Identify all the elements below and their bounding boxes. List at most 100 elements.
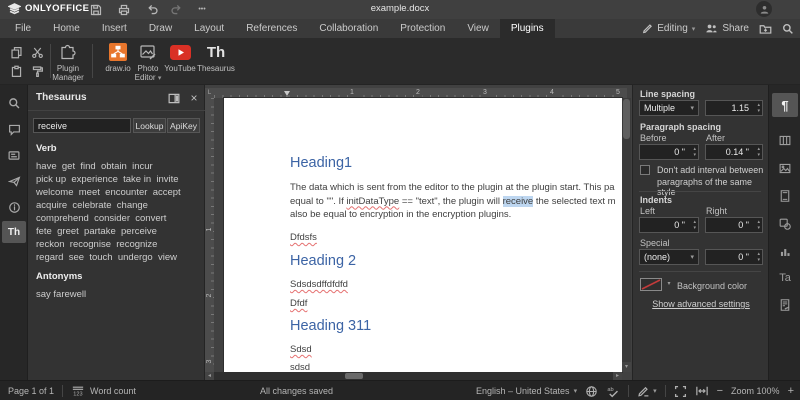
misspelled-word[interactable]: Dfdsfs — [290, 232, 317, 243]
copy-button[interactable] — [6, 43, 26, 61]
misspelled-word[interactable]: initDataType — [346, 196, 399, 207]
editing-mode-button[interactable]: Editing ▾ — [642, 23, 695, 34]
synonym-line[interactable]: comprehend consider convert — [36, 213, 166, 224]
scroll-left-arrow[interactable]: ◂ — [205, 372, 214, 380]
line-spacing-amount-spinner[interactable]: 1.15 ▴ ▾ — [705, 100, 763, 116]
word-count-button[interactable]: 123 Word count — [71, 385, 136, 397]
indent-left-spinner[interactable]: 0 " ▴ ▾ — [639, 217, 699, 233]
doc-paragraph-line[interactable]: also be equal to encryption in the encry… — [290, 209, 511, 220]
fit-width-button[interactable] — [695, 385, 709, 397]
synonym-line[interactable]: have get find obtain incur — [36, 161, 153, 172]
spinner-arrows-icon[interactable]: ▴ ▾ — [693, 219, 696, 231]
tab-plugins[interactable]: Plugins — [499, 19, 555, 38]
vertical-ruler[interactable]: 1 2 3 — [205, 98, 214, 380]
tab-collaboration[interactable]: Collaboration — [308, 19, 389, 38]
vertical-scrollbar-thumb[interactable] — [623, 99, 630, 139]
cut-button[interactable] — [27, 43, 47, 61]
doc-heading2[interactable]: Heading 2 — [290, 253, 356, 269]
horizontal-scrollbar-thumb[interactable] — [345, 373, 363, 379]
apikey-button[interactable]: ApiKey — [167, 118, 200, 133]
open-file-location-button[interactable] — [759, 23, 772, 35]
format-painter-button[interactable] — [27, 62, 47, 80]
spell-check-button[interactable]: ab — [606, 385, 620, 398]
chart-settings-button[interactable] — [772, 239, 798, 263]
image-settings-button[interactable] — [772, 156, 798, 180]
horizontal-ruler[interactable]: 1 2 3 4 5 — [214, 88, 627, 101]
scroll-down-arrow[interactable]: ▾ — [622, 362, 631, 372]
spinner-arrows-icon[interactable]: ▴ ▾ — [757, 102, 760, 114]
synonym-line[interactable]: pick up experience take in invite — [36, 174, 179, 185]
misspelled-word[interactable]: Sdsdsdffdfdfd — [290, 279, 348, 290]
mail-merge-settings-button[interactable] — [772, 293, 798, 317]
paragraph-settings-button[interactable]: ¶ — [772, 93, 798, 117]
doc-paragraph-line[interactable]: equal to "". If initDataType == "text", … — [290, 195, 616, 207]
zoom-out-button[interactable]: − — [717, 385, 723, 397]
special-amount-spinner[interactable]: 0 " ▴ ▾ — [705, 249, 763, 265]
tab-layout[interactable]: Layout — [183, 19, 235, 38]
scroll-right-arrow[interactable]: ▸ — [613, 372, 622, 380]
line-spacing-dropdown[interactable]: Multiple ▾ — [639, 100, 699, 116]
plugin-manager-button[interactable]: Plugin Manager — [46, 42, 90, 82]
dock-panel-button[interactable] — [167, 91, 181, 105]
doc-heading1[interactable]: Heading1 — [290, 155, 352, 171]
redo-button[interactable] — [168, 2, 184, 17]
misspelled-word[interactable]: sdsd — [290, 362, 310, 372]
synonym-line[interactable]: fete greet partake perceive — [36, 226, 157, 237]
share-button[interactable]: Share — [705, 23, 749, 34]
spacing-before-spinner[interactable]: 0 " ▴ ▾ — [639, 144, 699, 160]
close-panel-button[interactable]: × — [187, 91, 201, 105]
synonym-line[interactable]: welcome meet encounter accept — [36, 187, 181, 198]
thesaurus-panel-button[interactable]: Th — [2, 221, 26, 243]
track-changes-button[interactable]: ▾ — [637, 385, 657, 397]
misspelled-word[interactable]: Dfdf — [290, 298, 307, 309]
tab-view[interactable]: View — [456, 19, 500, 38]
headers-footers-settings-button[interactable] — [772, 184, 798, 208]
textart-settings-button[interactable]: Ta — [772, 266, 798, 290]
tab-draw[interactable]: Draw — [138, 19, 183, 38]
horizontal-scrollbar[interactable]: ◂ ▸ — [205, 372, 622, 380]
about-panel-button[interactable] — [2, 196, 26, 218]
vertical-scrollbar[interactable]: ▾ — [622, 98, 631, 372]
background-color-swatch[interactable] — [640, 278, 662, 291]
tab-references[interactable]: References — [235, 19, 308, 38]
tab-insert[interactable]: Insert — [91, 19, 138, 38]
save-button[interactable] — [88, 2, 104, 17]
spinner-arrows-icon[interactable]: ▴ ▾ — [757, 251, 760, 263]
spacing-after-spinner[interactable]: 0.14 " ▴ ▾ — [705, 144, 763, 160]
spinner-arrows-icon[interactable]: ▴ ▾ — [693, 146, 696, 158]
spinner-arrows-icon[interactable]: ▴ ▾ — [757, 146, 760, 158]
tab-home[interactable]: Home — [42, 19, 91, 38]
synonym-line[interactable]: reckon recognise recognize — [36, 239, 157, 250]
tab-protection[interactable]: Protection — [389, 19, 456, 38]
tab-selector[interactable]: L — [205, 88, 214, 98]
selected-word[interactable]: receive — [502, 195, 534, 207]
navigation-panel-button[interactable] — [2, 144, 26, 166]
thesaurus-search-input[interactable] — [33, 118, 131, 133]
interval-checkbox-label[interactable]: Don't add interval between — [657, 165, 763, 175]
advanced-settings-link[interactable]: Show advanced settings — [633, 299, 769, 309]
set-language-button[interactable] — [585, 385, 598, 398]
paste-button[interactable] — [6, 62, 26, 80]
synonym-line[interactable]: regard see touch undergo view — [36, 252, 177, 263]
interval-checkbox-label[interactable]: paragraphs of the same style — [657, 177, 768, 197]
antonym-line[interactable]: say farewell — [36, 289, 86, 300]
doc-paragraph-line[interactable]: The data which is sent from the editor t… — [290, 182, 615, 193]
user-avatar[interactable] — [756, 1, 772, 17]
page-indicator[interactable]: Page 1 of 1 — [8, 386, 54, 396]
comments-panel-button[interactable] — [2, 118, 26, 140]
zoom-in-button[interactable]: + — [788, 385, 794, 397]
misspelled-word[interactable]: Sdsd — [290, 344, 312, 355]
document-page[interactable]: Heading1 The data which is sent from the… — [224, 98, 622, 372]
more-actions-button[interactable]: ••• — [194, 2, 210, 17]
spinner-arrows-icon[interactable]: ▴ ▾ — [757, 219, 760, 231]
search-panel-button[interactable] — [2, 92, 26, 114]
indent-right-spinner[interactable]: 0 " ▴ ▾ — [705, 217, 763, 233]
synonym-line[interactable]: acquire celebrate change — [36, 200, 148, 211]
lookup-button[interactable]: Lookup — [133, 118, 166, 133]
tab-file[interactable]: File — [4, 19, 42, 38]
shape-settings-button[interactable] — [772, 212, 798, 236]
thesaurus-toolbar-button[interactable]: Th Thesaurus — [194, 42, 238, 74]
zoom-level[interactable]: Zoom 100% — [731, 386, 780, 396]
table-settings-button[interactable] — [772, 128, 798, 152]
feedback-panel-button[interactable] — [2, 170, 26, 192]
